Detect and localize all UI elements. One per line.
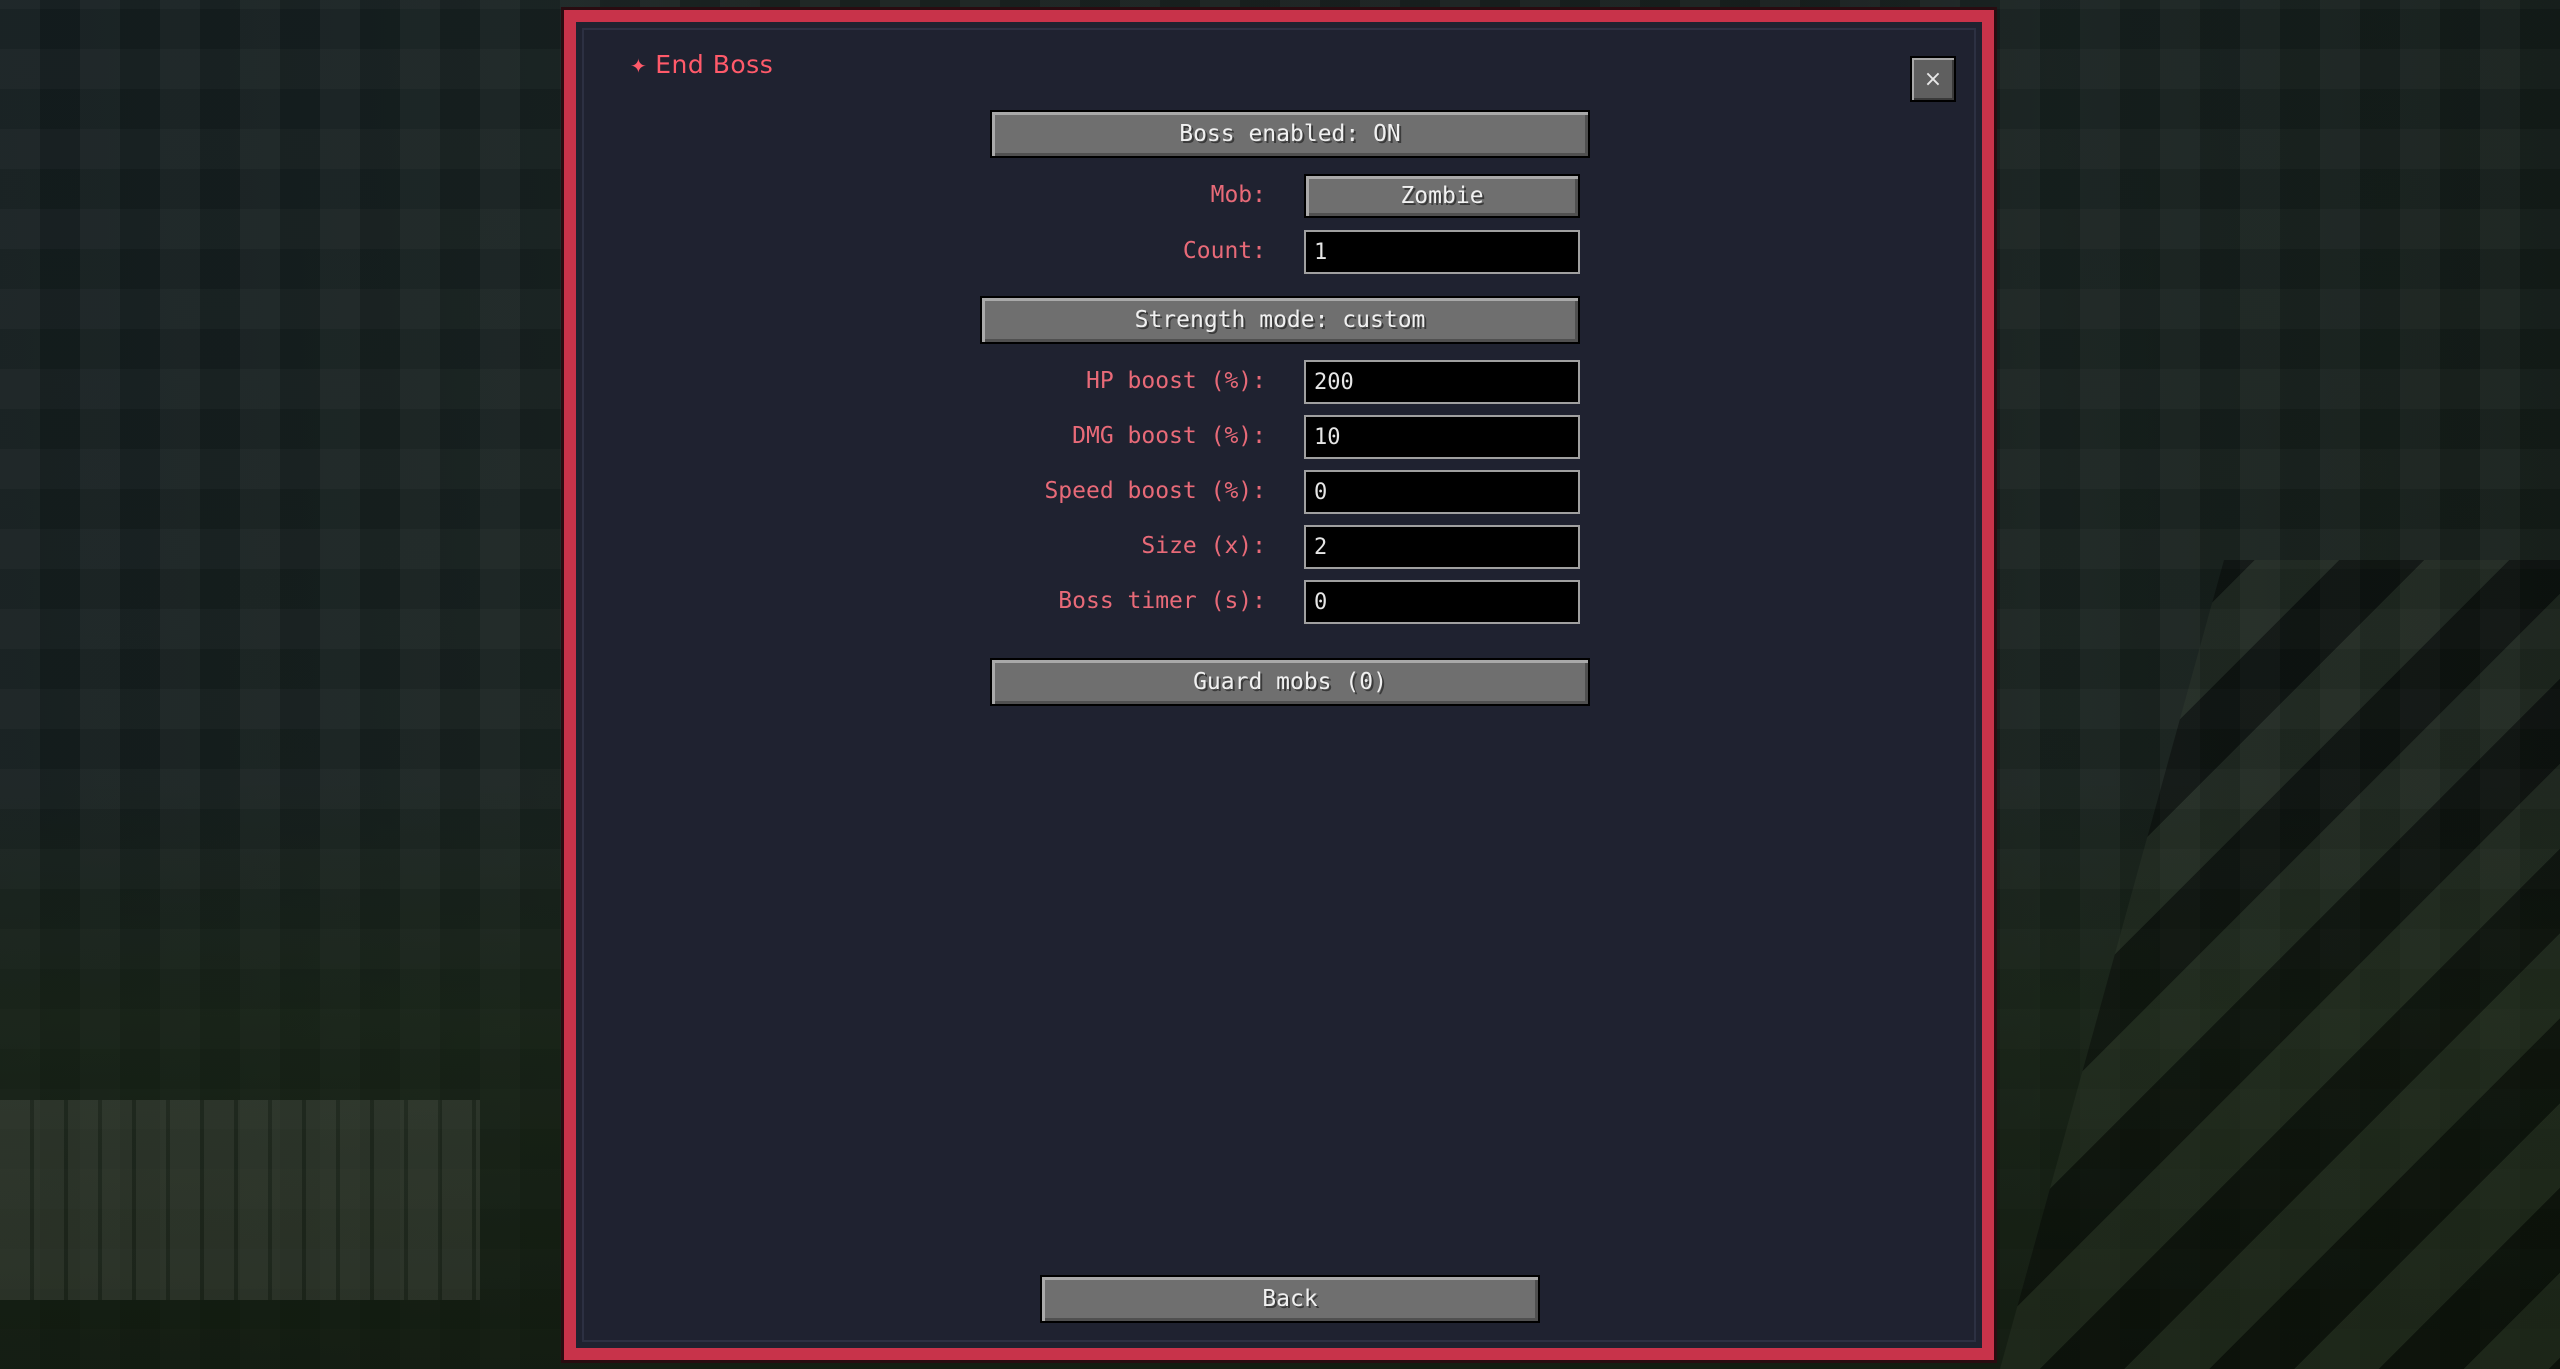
speed-boost-input[interactable]: 0 [1304,470,1580,514]
mob-select-button[interactable]: Zombie [1304,174,1580,218]
star-icon: ✦ [630,54,648,78]
speed-boost-label: Speed boost (%): [1044,478,1266,504]
mob-label: Mob: [1210,182,1266,208]
size-input[interactable]: 2 [1304,525,1580,569]
world-pillar [0,1100,480,1300]
hp-boost-input[interactable]: 200 [1304,360,1580,404]
panel-title-text: End Boss [655,50,774,79]
boss-timer-label: Boss timer (s): [1058,588,1266,614]
strength-mode-button[interactable]: Strength mode: custom [980,296,1580,344]
boss-enabled-toggle[interactable]: Boss enabled: ON [990,110,1590,158]
end-boss-panel: ✦ End Boss × Boss enabled: ON Mob: Zombie… [564,10,1994,1360]
size-label: Size (x): [1141,533,1266,559]
panel-title: ✦ End Boss [630,50,773,79]
guard-mobs-button[interactable]: Guard mobs (0) [990,658,1590,706]
hp-boost-label: HP boost (%): [1085,368,1266,394]
back-button[interactable]: Back [1040,1275,1540,1323]
dmg-boost-input[interactable]: 10 [1304,415,1580,459]
count-label: Count: [1182,238,1266,264]
dmg-boost-label: DMG boost (%): [1072,423,1266,449]
boss-timer-input[interactable]: 0 [1304,580,1580,624]
count-input[interactable]: 1 [1304,230,1580,274]
close-button[interactable]: × [1910,56,1956,102]
